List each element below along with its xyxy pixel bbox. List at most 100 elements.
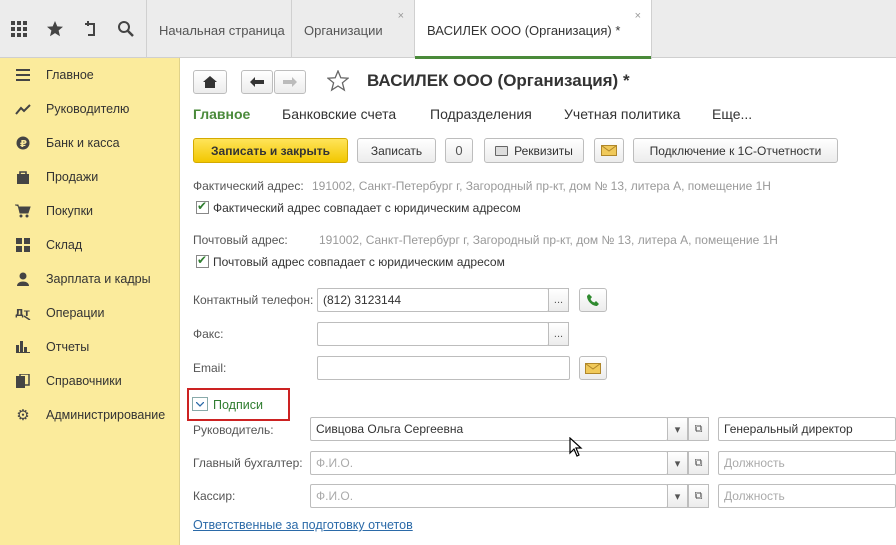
sidebar-item-label: Склад xyxy=(46,238,83,252)
chevron-down-icon xyxy=(196,401,204,407)
tab-organizations[interactable]: Организации × xyxy=(292,0,415,58)
sidebar-item-purchases[interactable]: Покупки xyxy=(0,199,180,223)
tab-vasilek[interactable]: ВАСИЛЕК ООО (Организация) * × xyxy=(415,0,652,59)
connect-reporting-button[interactable]: Подключение к 1С-Отчетности xyxy=(633,138,838,163)
fax-input[interactable] xyxy=(317,322,549,346)
sidebar-item-label: Администрирование xyxy=(46,408,166,422)
cart-icon xyxy=(0,204,46,218)
trend-chart-icon xyxy=(0,103,46,115)
subnav-accounting-policy[interactable]: Учетная политика xyxy=(564,106,680,122)
mail-button[interactable] xyxy=(594,138,624,163)
fax-label: Факс: xyxy=(193,327,224,341)
postal-address-label: Почтовый адрес: xyxy=(193,233,288,247)
cashier-open-button[interactable]: ⧉ xyxy=(688,484,709,508)
postal-address-checkbox[interactable] xyxy=(196,253,209,268)
home-button[interactable] xyxy=(193,70,227,94)
save-button[interactable]: Записать xyxy=(357,138,436,163)
bar-chart-icon xyxy=(0,341,46,353)
close-icon[interactable]: × xyxy=(635,10,641,22)
signatures-toggle[interactable] xyxy=(192,397,208,411)
printer-icon xyxy=(495,145,509,156)
director-name-input[interactable]: Сивцова Ольга Сергеевна xyxy=(310,417,668,441)
sidebar-item-admin[interactable]: ⚙ Администрирование xyxy=(0,403,180,427)
paperclip-icon: 0 xyxy=(455,143,463,158)
subnav-main[interactable]: Главное xyxy=(193,106,250,122)
postal-address-checkbox-label: Почтовый адрес совпадает с юридическим а… xyxy=(213,255,505,269)
subnav-departments[interactable]: Подразделения xyxy=(430,106,532,122)
save-close-button[interactable]: Записать и закрыть xyxy=(193,138,348,163)
subnav-bank-accounts[interactable]: Банковские счета xyxy=(282,106,396,122)
back-button[interactable] xyxy=(241,70,273,94)
requisites-button[interactable]: Реквизиты xyxy=(484,138,584,163)
sidebar-item-manager[interactable]: Руководителю xyxy=(0,97,180,121)
sidebar-item-sales[interactable]: Продажи xyxy=(0,165,180,189)
star-icon[interactable] xyxy=(44,18,66,40)
chief-accountant-name-input[interactable]: Ф.И.О. xyxy=(310,451,668,475)
email-input[interactable] xyxy=(317,356,570,380)
subnav-more[interactable]: Еще... xyxy=(712,106,752,122)
email-label: Email: xyxy=(193,361,227,375)
director-dropdown-button[interactable]: ▾ xyxy=(667,417,688,441)
chief-accountant-open-button[interactable]: ⧉ xyxy=(688,451,709,475)
home-icon xyxy=(203,76,217,88)
favorite-star-icon[interactable] xyxy=(326,69,350,95)
director-open-button[interactable]: ⧉ xyxy=(688,417,709,441)
search-icon[interactable] xyxy=(115,18,137,40)
tab-home[interactable]: Начальная страница xyxy=(146,0,292,58)
requisites-label: Реквизиты xyxy=(514,143,573,158)
sidebar: Главное Руководителю ₽ Банк и касса Прод… xyxy=(0,58,180,545)
phone-more-button[interactable]: ... xyxy=(548,288,569,312)
cashier-label: Кассир: xyxy=(193,489,236,503)
cashier-dropdown-button[interactable]: ▾ xyxy=(667,484,688,508)
sidebar-item-label: Справочники xyxy=(46,374,122,388)
phone-input[interactable]: (812) 3123144 xyxy=(317,288,549,312)
actual-address-checkbox[interactable] xyxy=(196,199,209,214)
actual-address-checkbox-label: Фактический адрес совпадает с юридически… xyxy=(213,201,521,215)
mouse-cursor-icon xyxy=(569,436,583,460)
sidebar-item-salary[interactable]: Зарплата и кадры xyxy=(0,267,180,291)
chief-accountant-dropdown-button[interactable]: ▾ xyxy=(667,451,688,475)
sidebar-item-main[interactable]: Главное xyxy=(0,63,180,87)
signatures-title[interactable]: Подписи xyxy=(213,398,263,412)
page-title: ВАСИЛЕК ООО (Организация) * xyxy=(367,71,630,90)
cashier-name-input[interactable]: Ф.И.О. xyxy=(310,484,668,508)
menu-lines-icon xyxy=(0,69,46,81)
apps-grid-icon[interactable] xyxy=(8,18,30,40)
sidebar-item-reports[interactable]: Отчеты xyxy=(0,335,180,359)
chief-accountant-position-input[interactable]: Должность xyxy=(718,451,896,475)
envelope-icon xyxy=(585,362,601,374)
placeholder: Ф.И.О. xyxy=(316,489,354,503)
sidebar-item-label: Покупки xyxy=(46,204,94,218)
postal-address-value[interactable]: 191002, Санкт-Петербург г, Загородный пр… xyxy=(319,233,778,247)
sidebar-item-operations[interactable]: Дт Операции xyxy=(0,301,180,325)
close-icon[interactable]: × xyxy=(398,10,404,22)
top-bar: Начальная страница Организации × ВАСИЛЕК… xyxy=(0,0,896,59)
operations-icon: Дт xyxy=(0,306,46,320)
svg-text:₽: ₽ xyxy=(20,139,27,150)
sidebar-item-bank[interactable]: ₽ Банк и касса xyxy=(0,131,180,155)
actual-address-value[interactable]: 191002, Санкт-Петербург г, Загородный пр… xyxy=(312,179,771,193)
sidebar-item-label: Руководителю xyxy=(46,102,130,116)
sidebar-item-label: Главное xyxy=(46,68,94,82)
sidebar-item-directories[interactable]: Справочники xyxy=(0,369,180,393)
placeholder: Должность xyxy=(724,489,785,503)
placeholder: Должность xyxy=(724,456,785,470)
tab-label: Организации xyxy=(304,23,383,38)
cashier-position-input[interactable]: Должность xyxy=(718,484,896,508)
tab-label: Начальная страница xyxy=(159,23,285,38)
history-icon[interactable] xyxy=(80,18,102,40)
responsible-persons-link[interactable]: Ответственные за подготовку отчетов xyxy=(193,518,413,532)
phone-label: Контактный телефон: xyxy=(193,293,314,307)
call-button[interactable] xyxy=(579,288,607,312)
forward-button[interactable] xyxy=(274,70,306,94)
svg-text:Дт: Дт xyxy=(15,308,30,319)
attach-button[interactable]: 0 xyxy=(445,138,473,163)
sidebar-item-label: Продажи xyxy=(46,170,99,184)
sidebar-item-warehouse[interactable]: Склад xyxy=(0,233,180,257)
person-icon xyxy=(0,272,46,286)
director-position-input[interactable]: Генеральный директор xyxy=(718,417,896,441)
tab-label: ВАСИЛЕК ООО (Организация) * xyxy=(427,23,621,38)
email-send-button[interactable] xyxy=(579,356,607,380)
fax-more-button[interactable]: ... xyxy=(548,322,569,346)
arrow-right-icon xyxy=(283,77,297,87)
